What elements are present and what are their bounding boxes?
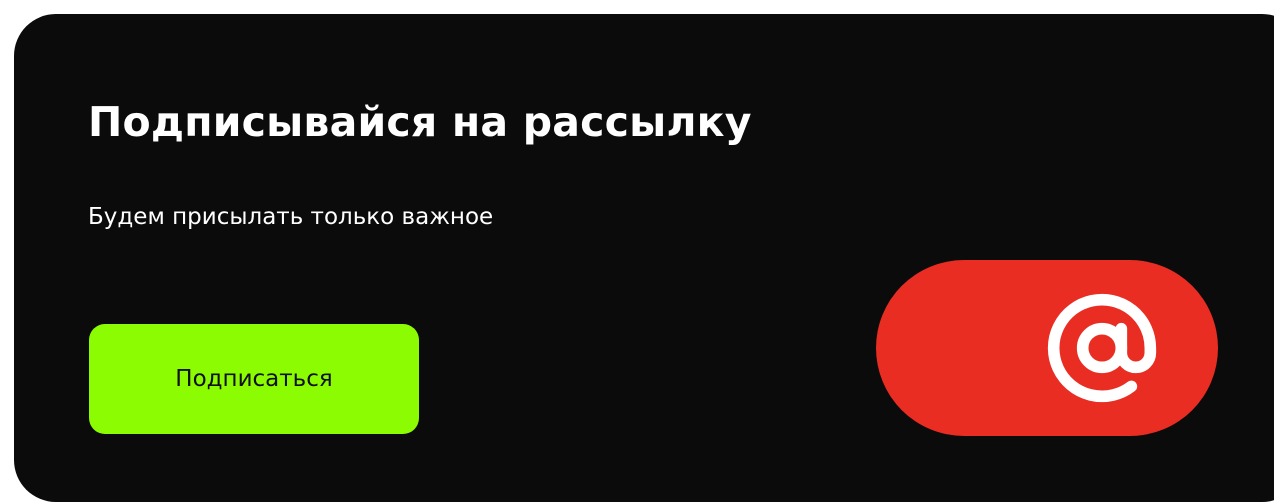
newsletter-subtitle: Будем присылать только важное <box>88 204 494 230</box>
email-badge <box>876 260 1218 436</box>
newsletter-title: Подписывайся на рассылку <box>88 98 752 146</box>
subscribe-button[interactable]: Подписаться <box>89 324 419 434</box>
newsletter-card: Подписывайся на рассылку Будем присылать… <box>14 14 1274 502</box>
at-sign-icon <box>1047 293 1157 403</box>
